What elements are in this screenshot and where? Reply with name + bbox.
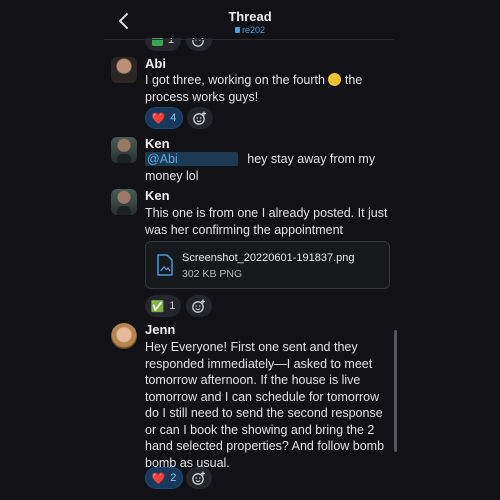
author-name[interactable]: Ken xyxy=(145,136,170,151)
reaction-check[interactable]: ✅ 1 xyxy=(145,295,181,317)
lock-icon xyxy=(234,27,240,33)
message-text: I got three, working on the fourth the p… xyxy=(145,73,363,104)
author-name[interactable]: Abi xyxy=(145,56,166,71)
check-emoji-icon: ✅ xyxy=(150,300,165,313)
author-name[interactable]: Jenn xyxy=(145,322,175,337)
avatar-jenn[interactable] xyxy=(111,323,137,349)
reaction-count: 4 xyxy=(170,112,177,124)
add-emoji-icon xyxy=(193,111,206,125)
message-text: This one is from one I already posted. I… xyxy=(145,206,388,237)
add-reaction-button[interactable] xyxy=(186,295,212,317)
heart-emoji-icon: ❤️ xyxy=(151,112,166,125)
add-reaction-button[interactable] xyxy=(186,467,212,489)
add-reaction-button[interactable] xyxy=(187,107,213,129)
grin-emoji-icon xyxy=(328,73,342,86)
add-emoji-icon xyxy=(192,299,205,313)
reaction-count: 2 xyxy=(170,472,177,484)
reaction-count: 1 xyxy=(169,300,176,312)
reaction-heart[interactable]: ❤️ 4 xyxy=(145,107,183,129)
file-name: Screenshot_20220601-191837.png xyxy=(182,252,355,264)
author-name[interactable]: Ken xyxy=(145,188,170,203)
message-text: @Abi hey stay away from my money lol xyxy=(145,152,376,183)
thread-header: Thread re202 xyxy=(0,0,500,40)
image-file-icon xyxy=(157,254,173,276)
scrollbar[interactable] xyxy=(394,330,397,452)
reaction-heart[interactable]: ❤️ 2 xyxy=(145,467,183,489)
heart-emoji-icon: ❤️ xyxy=(151,472,166,485)
message-text: Hey Everyone! First one sent and they re… xyxy=(145,340,385,470)
channel-link[interactable]: re202 xyxy=(0,25,500,35)
add-emoji-icon xyxy=(192,471,205,485)
channel-name: re202 xyxy=(241,25,266,35)
file-attachment[interactable]: Screenshot_20220601-191837.png 302 KB PN… xyxy=(145,241,390,289)
file-meta: 302 KB PNG xyxy=(182,268,243,280)
avatar-ken[interactable] xyxy=(111,137,137,163)
thread-title: Thread xyxy=(228,9,272,24)
avatar-abi[interactable] xyxy=(111,57,137,83)
mention-link[interactable]: @Abi xyxy=(145,152,238,166)
avatar-ken[interactable] xyxy=(111,189,137,215)
header-divider xyxy=(104,39,394,40)
